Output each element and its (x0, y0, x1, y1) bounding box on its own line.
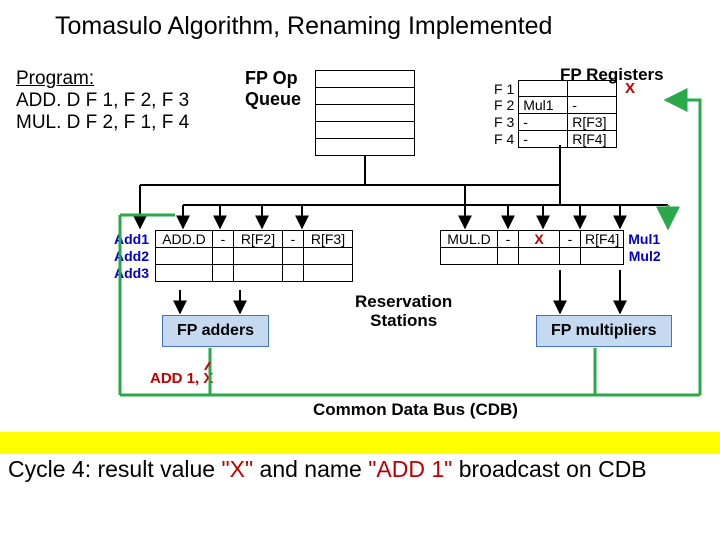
table-row: MUL.D-X-R[F4]Mul1 (441, 231, 667, 248)
highlight-strip (0, 432, 720, 454)
cdb-label: Common Data Bus (CDB) (313, 400, 518, 420)
table-row: Add2 (110, 248, 353, 265)
reservation-stations-add: Add1ADD.D-R[F2]-R[F3] Add2 Add3 (110, 230, 353, 282)
program-line: ADD. D F 1, F 2, F 3 (16, 90, 189, 111)
fp-op-queue (315, 70, 415, 156)
table-row: F 1 (490, 81, 617, 97)
reservation-stations-mul: MUL.D-X-R[F4]Mul1 Mul2 (440, 230, 667, 265)
fp-multipliers-unit: FP multipliers (536, 315, 672, 347)
fp-registers-result-x: X (625, 80, 635, 97)
table-row: Add1ADD.D-R[F2]-R[F3] (110, 231, 353, 248)
program-line: MUL. D F 2, F 1, F 4 (16, 112, 189, 133)
program-heading: Program: (16, 68, 94, 89)
fp-adders-unit: FP adders (162, 315, 269, 347)
broadcast-tag: ADD 1, X (150, 370, 213, 387)
page-title: Tomasulo Algorithm, Renaming Implemented (55, 12, 552, 41)
table-row: F 3-R[F3] (490, 114, 617, 131)
table-row: Mul2 (441, 248, 667, 265)
fp-op-queue-label: FP OpQueue (245, 68, 301, 110)
table-row: Add3 (110, 265, 353, 282)
fp-registers-block: F 1 F 2Mul1- F 3-R[F3] F 4-R[F4] (490, 80, 617, 148)
cycle-caption: Cycle 4: result value "X" and name "ADD … (8, 456, 647, 483)
program-block: Program: ADD. D F 1, F 2, F 3 MUL. D F 2… (16, 68, 189, 134)
reservation-stations-label: ReservationStations (355, 293, 452, 330)
table-row: F 2Mul1- (490, 97, 617, 114)
table-row: F 4-R[F4] (490, 131, 617, 148)
fp-registers-table: F 1 F 2Mul1- F 3-R[F3] F 4-R[F4] (490, 80, 617, 148)
